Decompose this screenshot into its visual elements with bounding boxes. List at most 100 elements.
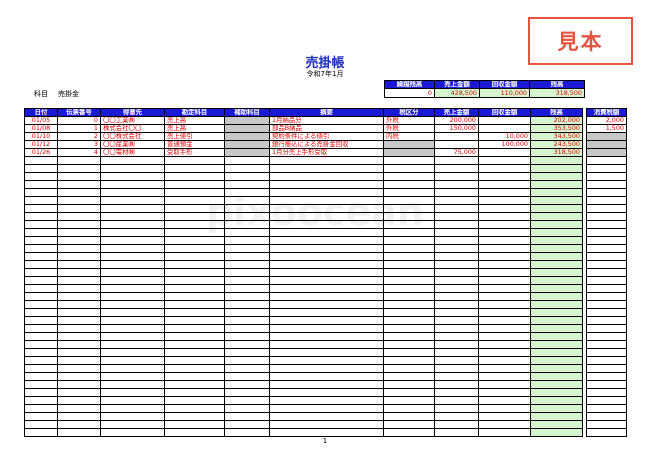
cell-empty — [224, 284, 270, 293]
cell-empty — [24, 228, 58, 237]
cell-empty — [586, 148, 627, 157]
tax-row-empty — [586, 372, 627, 381]
summary-header-row: 繰越残高 売上金額 回収金額 残高 — [384, 80, 585, 89]
cell-sub — [224, 116, 270, 125]
cell-empty — [164, 412, 225, 421]
cell-empty — [224, 348, 270, 357]
cell-empty — [100, 364, 165, 373]
cell-no: 1 — [57, 124, 101, 133]
summary-balance: 318,500 — [529, 88, 585, 98]
cell-desc: 契約条件による値引 — [269, 132, 384, 141]
table-row-empty — [24, 428, 583, 437]
cell-account: 売上値引 — [164, 132, 225, 141]
cell-empty — [269, 324, 384, 333]
cell-empty — [586, 188, 627, 197]
table-row-empty — [24, 276, 583, 285]
tax-table: 消費税額 2,000 1,500 — [586, 108, 627, 437]
cell-empty — [269, 356, 384, 365]
cell-empty — [24, 420, 58, 429]
cell-empty — [530, 260, 583, 269]
cell-empty — [586, 348, 627, 357]
cell-empty — [164, 348, 225, 357]
cell-empty — [164, 156, 225, 165]
tax-row-empty — [586, 396, 627, 405]
cell-empty — [478, 340, 531, 349]
cell-empty — [224, 236, 270, 245]
tax-row-empty — [586, 268, 627, 277]
summary-sales: 428,500 — [434, 88, 480, 98]
cell-empty — [24, 340, 58, 349]
cell-empty — [478, 236, 531, 245]
page-subtitle: 令和7年1月 — [306, 70, 344, 78]
cell-customer: 〇〇産業㈱ — [100, 140, 165, 149]
cell-empty — [586, 228, 627, 237]
tax-row-empty — [586, 316, 627, 325]
cell-empty — [164, 268, 225, 277]
cell-empty — [586, 324, 627, 333]
tax-row-empty — [586, 308, 627, 317]
cell-empty — [478, 332, 531, 341]
cell-empty — [383, 412, 435, 421]
cell-empty — [383, 156, 435, 165]
tax-row-empty — [586, 404, 627, 413]
table-row-empty — [24, 164, 583, 173]
cell-empty — [164, 380, 225, 389]
cell-empty — [383, 276, 435, 285]
cell-desc: 1月分売上手形受取 — [269, 148, 384, 157]
cell-empty — [24, 404, 58, 413]
cell-empty — [57, 268, 101, 277]
tax-row-empty — [586, 348, 627, 357]
cell-empty — [383, 404, 435, 413]
tax-row-empty — [586, 140, 627, 149]
cell-empty — [224, 316, 270, 325]
tax-row-empty — [586, 412, 627, 421]
cell-empty — [383, 196, 435, 205]
cell-empty — [24, 348, 58, 357]
cell-empty — [269, 348, 384, 357]
table-row-empty — [24, 420, 583, 429]
cell-empty — [478, 420, 531, 429]
cell-empty — [224, 172, 270, 181]
cell-empty — [24, 356, 58, 365]
cell-empty — [57, 420, 101, 429]
cell-empty — [24, 188, 58, 197]
cell-empty — [530, 340, 583, 349]
tax-row-empty — [586, 180, 627, 189]
cell-empty — [478, 268, 531, 277]
cell-empty — [530, 220, 583, 229]
cell-empty — [24, 212, 58, 221]
cell-empty — [434, 348, 479, 357]
cell-empty — [164, 236, 225, 245]
cell-empty — [530, 388, 583, 397]
cell-empty — [530, 244, 583, 253]
cell-empty — [434, 276, 479, 285]
cell-empty — [434, 244, 479, 253]
cell-empty — [530, 428, 583, 437]
cell-empty — [434, 268, 479, 277]
cell-desc: 部品B納品 — [269, 124, 384, 133]
cell-sales: 200,000 — [434, 116, 479, 125]
cell-empty — [164, 404, 225, 413]
cell-empty — [586, 212, 627, 221]
cell-empty — [24, 308, 58, 317]
cell-empty — [164, 188, 225, 197]
table-row-empty — [24, 180, 583, 189]
cell-empty — [224, 220, 270, 229]
cell-desc: 1月納品分 — [269, 116, 384, 125]
cell-empty — [100, 396, 165, 405]
cell-empty — [100, 188, 165, 197]
cell-empty — [530, 372, 583, 381]
cell-empty — [24, 268, 58, 277]
tax-row-empty — [586, 324, 627, 333]
cell-empty — [57, 340, 101, 349]
tax-row-empty — [586, 244, 627, 253]
header-tax-amount: 消費税額 — [586, 108, 627, 117]
cell-empty — [24, 396, 58, 405]
tax-row-empty — [586, 252, 627, 261]
cell-desc: 銀行振込による売掛金回収 — [269, 140, 384, 149]
cell-empty — [57, 372, 101, 381]
cell-empty — [478, 172, 531, 181]
cell-empty — [530, 292, 583, 301]
tax-row-empty — [586, 428, 627, 437]
cell-empty — [383, 380, 435, 389]
